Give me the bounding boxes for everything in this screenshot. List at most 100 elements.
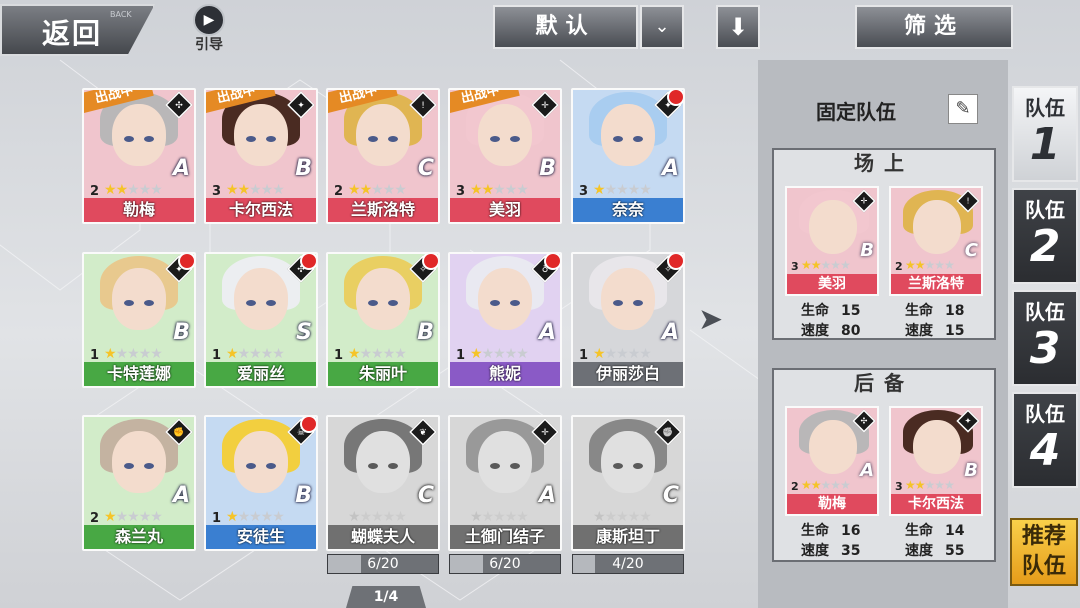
recommend-team-button[interactable]: 推荐队伍	[1010, 518, 1078, 586]
hero-level: 3	[895, 480, 903, 493]
chevron-down-icon[interactable]: ⌄	[640, 5, 684, 49]
star-rating: ★★★★★	[801, 478, 851, 492]
speed-stat: 速度 35	[801, 543, 861, 559]
hero-card[interactable]: ✛ A ★★★★★ 土御门结子	[448, 415, 562, 551]
rank-grade: C	[964, 240, 978, 261]
edit-icon[interactable]: ✎	[948, 94, 978, 124]
rank-grade: A	[661, 320, 679, 345]
rank-grade: A	[172, 156, 190, 181]
filter-button[interactable]: 筛选	[855, 5, 1013, 49]
star-rating: ★★★★★	[226, 346, 285, 362]
hero-name: 勒梅	[787, 494, 877, 514]
star-rating: ★★★★★	[348, 509, 407, 525]
hero-card[interactable]: ✣ A 2 ★★★★★ 勒梅 出战中	[82, 88, 196, 224]
speed-stat: 速度 80	[801, 323, 861, 339]
back-button[interactable]: 返回 BACK	[0, 4, 155, 56]
guide-button[interactable]: ▶ 引导	[186, 4, 232, 54]
transfer-arrow-icon: ➤	[698, 302, 724, 337]
rank-grade: B	[295, 156, 312, 181]
hero-card[interactable]: ! C 2 ★★★★★ 兰斯洛特 出战中	[326, 88, 440, 224]
hero-eye	[246, 300, 256, 306]
team-hero-card[interactable]: ✦ B 3 ★★★★★ 卡尔西法	[889, 406, 983, 516]
speed-stat: 速度 55	[905, 543, 965, 559]
team-tab-3[interactable]: 队伍 3	[1012, 290, 1078, 386]
team-hero-card[interactable]: ✛ B 3 ★★★★★ 美羽	[785, 186, 879, 296]
hero-eye	[124, 463, 134, 469]
team-tab-2[interactable]: 队伍 2	[1012, 188, 1078, 284]
star-rating: ★★★★★	[348, 182, 407, 198]
hero-face	[809, 200, 857, 254]
top-bar: 返回 BACK ▶ 引导 默认 ⌄ ⬇ 筛选	[0, 0, 1080, 60]
team-hero-card[interactable]: ✣ A 2 ★★★★★ 勒梅	[785, 406, 879, 516]
hero-name: 卡尔西法	[891, 494, 981, 514]
rank-grade: B	[964, 460, 978, 481]
rank-grade: C	[417, 156, 434, 181]
hero-eye	[490, 463, 500, 469]
hero-eye	[510, 136, 520, 142]
hero-card[interactable]: ✧ B 1 ★★★★★ 朱丽叶	[326, 252, 440, 388]
team-tab-label: 队伍	[1025, 300, 1065, 324]
hero-card[interactable]: ❦ C ★★★★★ 蝴蝶夫人	[326, 415, 440, 551]
hero-card[interactable]: ✦ B 1 ★★★★★ 卡特莲娜	[82, 252, 196, 388]
hero-face	[356, 268, 410, 330]
star-rating: ★★★★★	[593, 182, 652, 198]
fragment-progress: 6/20	[327, 554, 439, 574]
notification-dot	[667, 90, 683, 106]
notification-dot	[300, 417, 316, 433]
hero-eye	[124, 136, 134, 142]
star-rating: ★★★★★	[226, 182, 285, 198]
star-rating: ★★★★★	[801, 258, 851, 272]
star-rating: ★★★★★	[593, 509, 652, 525]
hero-eye	[633, 463, 643, 469]
reserve-title: 后备	[854, 371, 914, 395]
hero-name: 兰斯洛特	[891, 274, 981, 294]
team-tab-1[interactable]: 队伍 1	[1012, 86, 1078, 182]
hero-card[interactable]: ✣ S 1 ★★★★★ 爱丽丝	[204, 252, 318, 388]
sort-select[interactable]: 默认	[493, 5, 638, 49]
hero-card[interactable]: ♁ A 1 ★★★★★ 熊妮	[448, 252, 562, 388]
rank-grade: A	[538, 320, 556, 345]
hero-name: 兰斯洛特	[328, 198, 438, 222]
star-rating: ★★★★★	[104, 182, 163, 198]
hero-eye	[388, 463, 398, 469]
hero-face	[478, 268, 532, 330]
fragment-progress: 4/20	[572, 554, 684, 574]
rank-grade: B	[173, 320, 190, 345]
hero-eye	[246, 463, 256, 469]
hero-card[interactable]: ☠ B 1 ★★★★★ 安徒生	[204, 415, 318, 551]
hero-level: 3	[579, 184, 589, 199]
hero-card[interactable]: ✊ C ★★★★★ 康斯坦丁	[571, 415, 685, 551]
hero-face	[234, 431, 288, 493]
sort-order-arrow-icon[interactable]: ⬇	[716, 5, 760, 49]
star-rating: ★★★★★	[104, 509, 163, 525]
hero-card[interactable]: ✛ B 3 ★★★★★ 美羽 出战中	[448, 88, 562, 224]
star-rating: ★★★★★	[470, 509, 529, 525]
hero-name: 康斯坦丁	[573, 525, 683, 549]
rank-grade: C	[662, 483, 679, 508]
hero-eye	[124, 300, 134, 306]
hero-face	[356, 431, 410, 493]
hero-level: 3	[791, 260, 799, 273]
fragment-count: 4/20	[612, 556, 644, 572]
hero-card[interactable]: ✧ A 1 ★★★★★ 伊丽莎白	[571, 252, 685, 388]
hero-face	[112, 104, 166, 166]
team-tab-4[interactable]: 队伍 4	[1012, 392, 1078, 488]
hero-card[interactable]: ✦ B 3 ★★★★★ 卡尔西法 出战中	[204, 88, 318, 224]
team-tab-number: 1	[1029, 119, 1061, 170]
star-rating: ★★★★★	[348, 346, 407, 362]
hero-card[interactable]: ✦ A 3 ★★★★★ 奈奈	[571, 88, 685, 224]
hero-face	[234, 104, 288, 166]
notification-dot	[667, 254, 683, 270]
hero-level: 3	[456, 184, 466, 199]
notification-dot	[178, 254, 194, 270]
star-rating: ★★★★★	[905, 258, 955, 272]
hero-eye	[613, 463, 623, 469]
team-hero-card[interactable]: ! C 2 ★★★★★ 兰斯洛特	[889, 186, 983, 296]
speed-stat: 速度 15	[905, 323, 965, 339]
hp-stat: 生命 15	[801, 303, 861, 319]
hero-face	[809, 420, 857, 474]
hero-face	[913, 420, 961, 474]
notification-dot	[544, 254, 560, 270]
star-rating: ★★★★★	[470, 346, 529, 362]
hero-card[interactable]: ✊ A 2 ★★★★★ 森兰丸	[82, 415, 196, 551]
